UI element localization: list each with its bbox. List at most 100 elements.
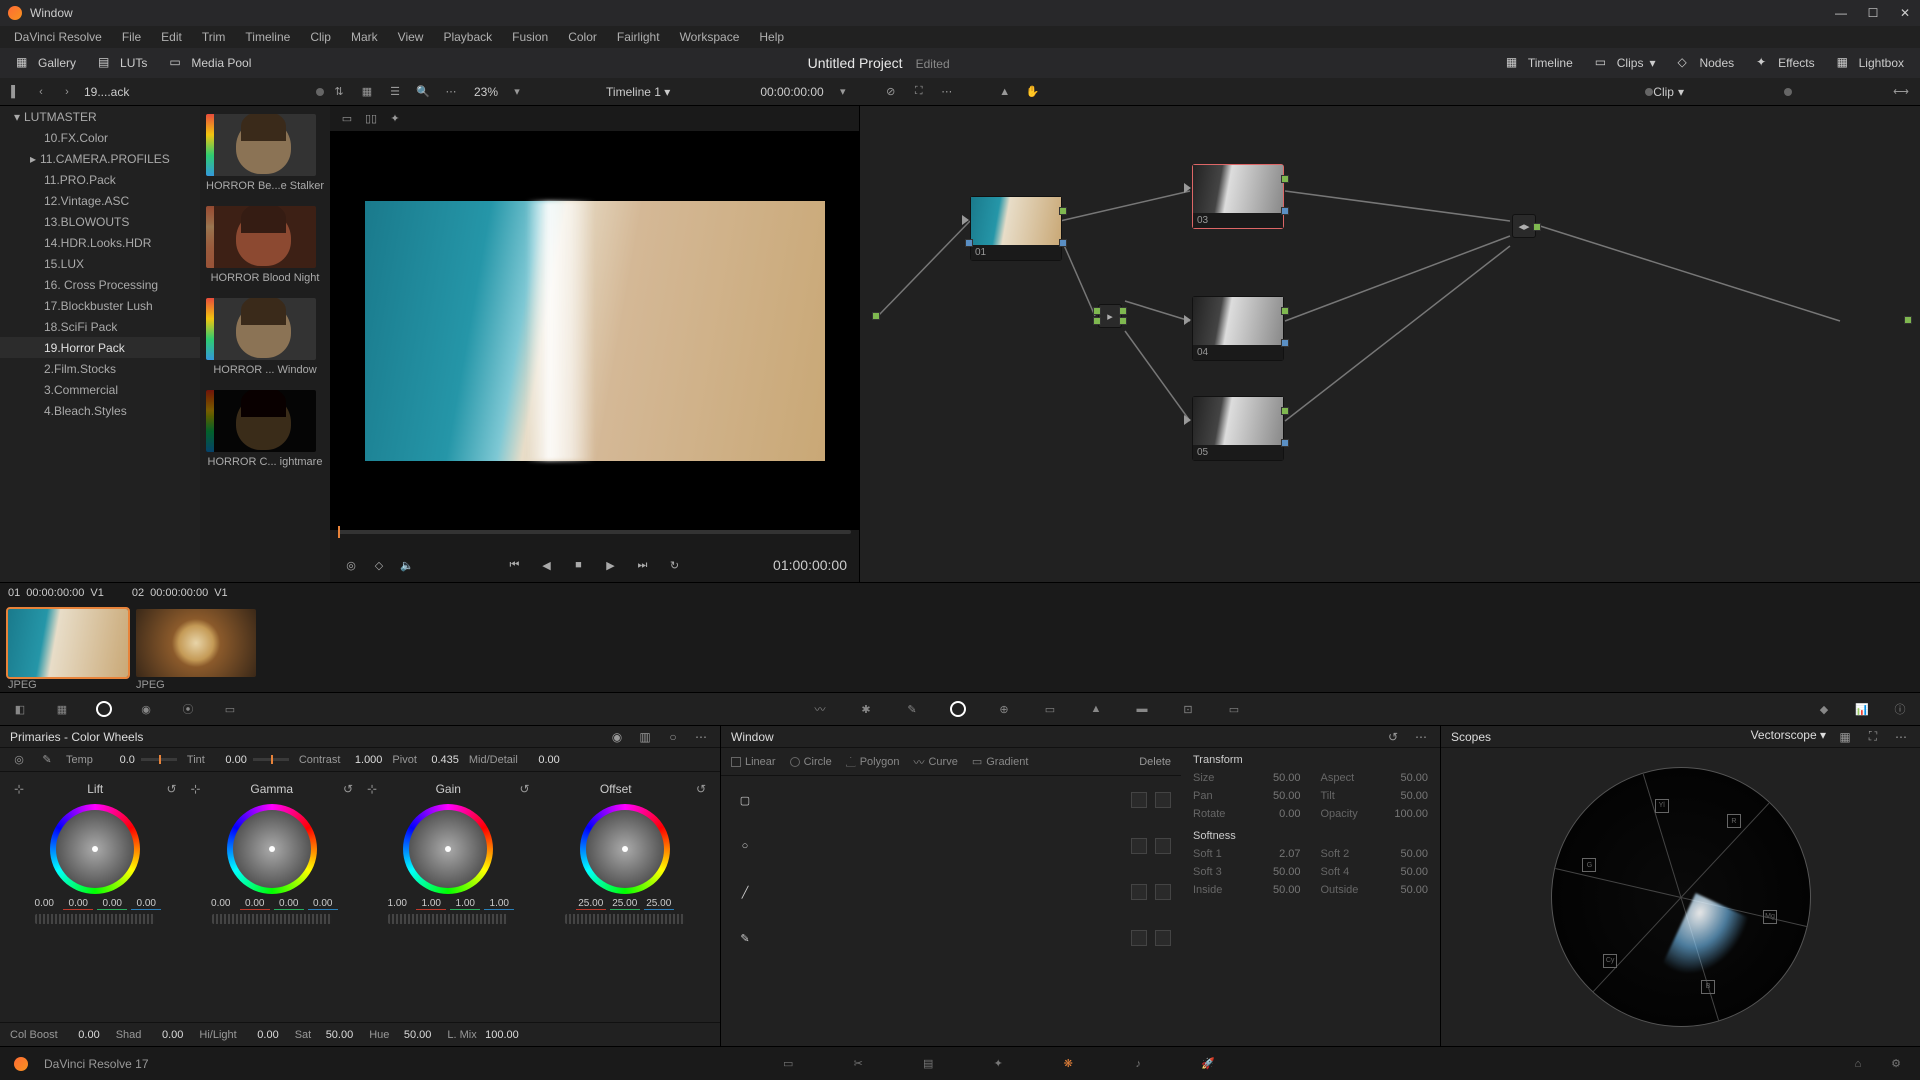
reset-icon[interactable]: ↺ bbox=[515, 780, 533, 798]
lut-tree-item[interactable]: 17.Blockbuster Lush bbox=[0, 295, 200, 316]
viewer-zoom[interactable]: 23% bbox=[474, 85, 498, 99]
lift-master-wheel[interactable] bbox=[35, 914, 155, 924]
viewer-scrubber[interactable] bbox=[330, 530, 859, 548]
effects-toggle[interactable]: ✦Effects bbox=[1748, 51, 1822, 75]
menu-trim[interactable]: Trim bbox=[194, 30, 234, 44]
reset-icon[interactable]: ↺ bbox=[162, 780, 180, 798]
delete-shape-button[interactable]: Delete bbox=[1139, 756, 1171, 768]
colboost-value[interactable]: 0.00 bbox=[64, 1029, 100, 1041]
tint-slider[interactable] bbox=[253, 758, 289, 761]
node-key-output-port[interactable] bbox=[1281, 339, 1289, 347]
search-icon[interactable]: 🔍 bbox=[414, 83, 432, 101]
lift-g[interactable]: 0.00 bbox=[97, 898, 127, 910]
options-icon[interactable]: ⋯ bbox=[1412, 728, 1430, 746]
picker-icon[interactable]: ◎ bbox=[10, 751, 28, 769]
contrast-value[interactable]: 1.000 bbox=[346, 754, 382, 766]
3d-icon[interactable]: ▭ bbox=[1224, 699, 1244, 719]
menu-fairlight[interactable]: Fairlight bbox=[609, 30, 668, 44]
scopes-icon[interactable]: 📊 bbox=[1852, 699, 1872, 719]
gamma-color-wheel[interactable] bbox=[227, 804, 317, 894]
hdr-wheels-icon[interactable]: ◉ bbox=[136, 699, 156, 719]
mixer-output-port[interactable] bbox=[1119, 317, 1127, 325]
corrector-node[interactable]: 01 bbox=[970, 196, 1062, 261]
pan-value[interactable]: 50.00 bbox=[1273, 790, 1301, 802]
home-icon[interactable]: ⌂ bbox=[1848, 1054, 1868, 1074]
white-point-icon[interactable]: ⊹ bbox=[363, 780, 381, 798]
shape-toggle[interactable] bbox=[1155, 884, 1171, 900]
lut-thumb[interactable]: HORROR Blood Night bbox=[206, 206, 324, 284]
lummix-value[interactable]: 100.00 bbox=[483, 1029, 519, 1041]
graph-input-port[interactable] bbox=[872, 312, 880, 320]
lift-y[interactable]: 0.00 bbox=[29, 898, 59, 910]
transport-timecode[interactable]: 01:00:00:00 bbox=[773, 557, 847, 573]
gradient-shape-button[interactable]: ▭Gradient bbox=[972, 755, 1029, 768]
render-cache-icon[interactable]: ◇ bbox=[370, 556, 388, 574]
clip-mode-dropdown[interactable]: Clip ▾ bbox=[1653, 85, 1684, 99]
gamma-r[interactable]: 0.00 bbox=[240, 898, 270, 910]
scope-layout-icon[interactable]: ▦ bbox=[1836, 728, 1854, 746]
options-icon[interactable]: ⋯ bbox=[442, 83, 460, 101]
media-page-icon[interactable]: ▭ bbox=[778, 1054, 798, 1074]
mixer-input-port[interactable] bbox=[1093, 307, 1101, 315]
layer-mixer-node[interactable]: ◂▸ bbox=[1512, 214, 1536, 238]
offset-color-wheel[interactable] bbox=[580, 804, 670, 894]
highlight-icon[interactable]: ✦ bbox=[386, 110, 404, 128]
lift-r[interactable]: 0.00 bbox=[63, 898, 93, 910]
back-icon[interactable]: ‹ bbox=[32, 83, 50, 101]
gain-b[interactable]: 1.00 bbox=[484, 898, 514, 910]
menu-view[interactable]: View bbox=[390, 30, 432, 44]
project-settings-icon[interactable]: ⚙ bbox=[1886, 1054, 1906, 1074]
lift-b[interactable]: 0.00 bbox=[131, 898, 161, 910]
qualifier-icon[interactable]: ✎ bbox=[902, 699, 922, 719]
windows-icon[interactable] bbox=[948, 699, 968, 719]
expand-icon[interactable]: ⛶ bbox=[910, 83, 928, 101]
shape-toggle[interactable] bbox=[1131, 838, 1147, 854]
gain-r[interactable]: 1.00 bbox=[416, 898, 446, 910]
menu-fusion[interactable]: Fusion bbox=[504, 30, 556, 44]
info-icon[interactable]: ⓘ bbox=[1890, 699, 1910, 719]
node-output-port[interactable] bbox=[1059, 207, 1067, 215]
deliver-page-icon[interactable]: 🚀 bbox=[1198, 1054, 1218, 1074]
hand-tool-icon[interactable]: ✋ bbox=[1024, 83, 1042, 101]
lut-breadcrumb[interactable]: 19....ack bbox=[84, 85, 129, 99]
mixer-output-port[interactable] bbox=[1119, 307, 1127, 315]
shape-toggle[interactable] bbox=[1131, 792, 1147, 808]
sat-value[interactable]: 50.00 bbox=[317, 1029, 353, 1041]
clip-thumb[interactable]: JPEG bbox=[8, 609, 128, 691]
lut-tree-item[interactable]: 2.Film.Stocks bbox=[0, 358, 200, 379]
inside-value[interactable]: 50.00 bbox=[1273, 884, 1301, 896]
shape-row-curve[interactable]: ╱ bbox=[731, 878, 1171, 906]
rgb-mixer-icon[interactable]: ⦿ bbox=[178, 699, 198, 719]
curves-icon[interactable]: 〰 bbox=[810, 699, 830, 719]
tint-value[interactable]: 0.00 bbox=[211, 754, 247, 766]
magic-mask-icon[interactable]: ▭ bbox=[1040, 699, 1060, 719]
offset-b[interactable]: 25.00 bbox=[644, 898, 674, 910]
image-wipe-icon[interactable]: ▭ bbox=[338, 110, 356, 128]
menu-edit[interactable]: Edit bbox=[153, 30, 190, 44]
first-frame-button[interactable]: ⏮ bbox=[506, 556, 524, 574]
more-icon[interactable]: ⋯ bbox=[938, 83, 956, 101]
linear-shape-button[interactable]: Linear bbox=[731, 756, 776, 768]
shape-toggle[interactable] bbox=[1131, 884, 1147, 900]
lut-tree-item[interactable]: 13.BLOWOUTS bbox=[0, 211, 200, 232]
lut-tree-item[interactable]: 10.FX.Color bbox=[0, 127, 200, 148]
options-icon[interactable]: ⋯ bbox=[1892, 728, 1910, 746]
node-key-input-port[interactable] bbox=[965, 239, 973, 247]
shape-toggle[interactable] bbox=[1155, 838, 1171, 854]
chevron-down-icon[interactable]: ▾ bbox=[508, 83, 526, 101]
gain-master-wheel[interactable] bbox=[388, 914, 508, 924]
middetail-value[interactable]: 0.00 bbox=[524, 754, 560, 766]
color-wheels-icon[interactable] bbox=[94, 699, 114, 719]
node-output-port[interactable] bbox=[1281, 407, 1289, 415]
split-screen-icon[interactable]: ▯▯ bbox=[362, 110, 380, 128]
shape-toggle[interactable] bbox=[1155, 792, 1171, 808]
scope-mode-dropdown[interactable]: Vectorscope ▾ bbox=[1751, 728, 1826, 746]
gamma-y[interactable]: 0.00 bbox=[206, 898, 236, 910]
mute-icon[interactable]: 🔈 bbox=[398, 556, 416, 574]
gain-color-wheel[interactable] bbox=[403, 804, 493, 894]
color-page-icon[interactable]: ❋ bbox=[1058, 1054, 1078, 1074]
stop-button[interactable]: ■ bbox=[570, 556, 588, 574]
gray-point-icon[interactable]: ⊹ bbox=[187, 780, 205, 798]
gamma-b[interactable]: 0.00 bbox=[308, 898, 338, 910]
bars-tab-icon[interactable]: ▥ bbox=[636, 728, 654, 746]
